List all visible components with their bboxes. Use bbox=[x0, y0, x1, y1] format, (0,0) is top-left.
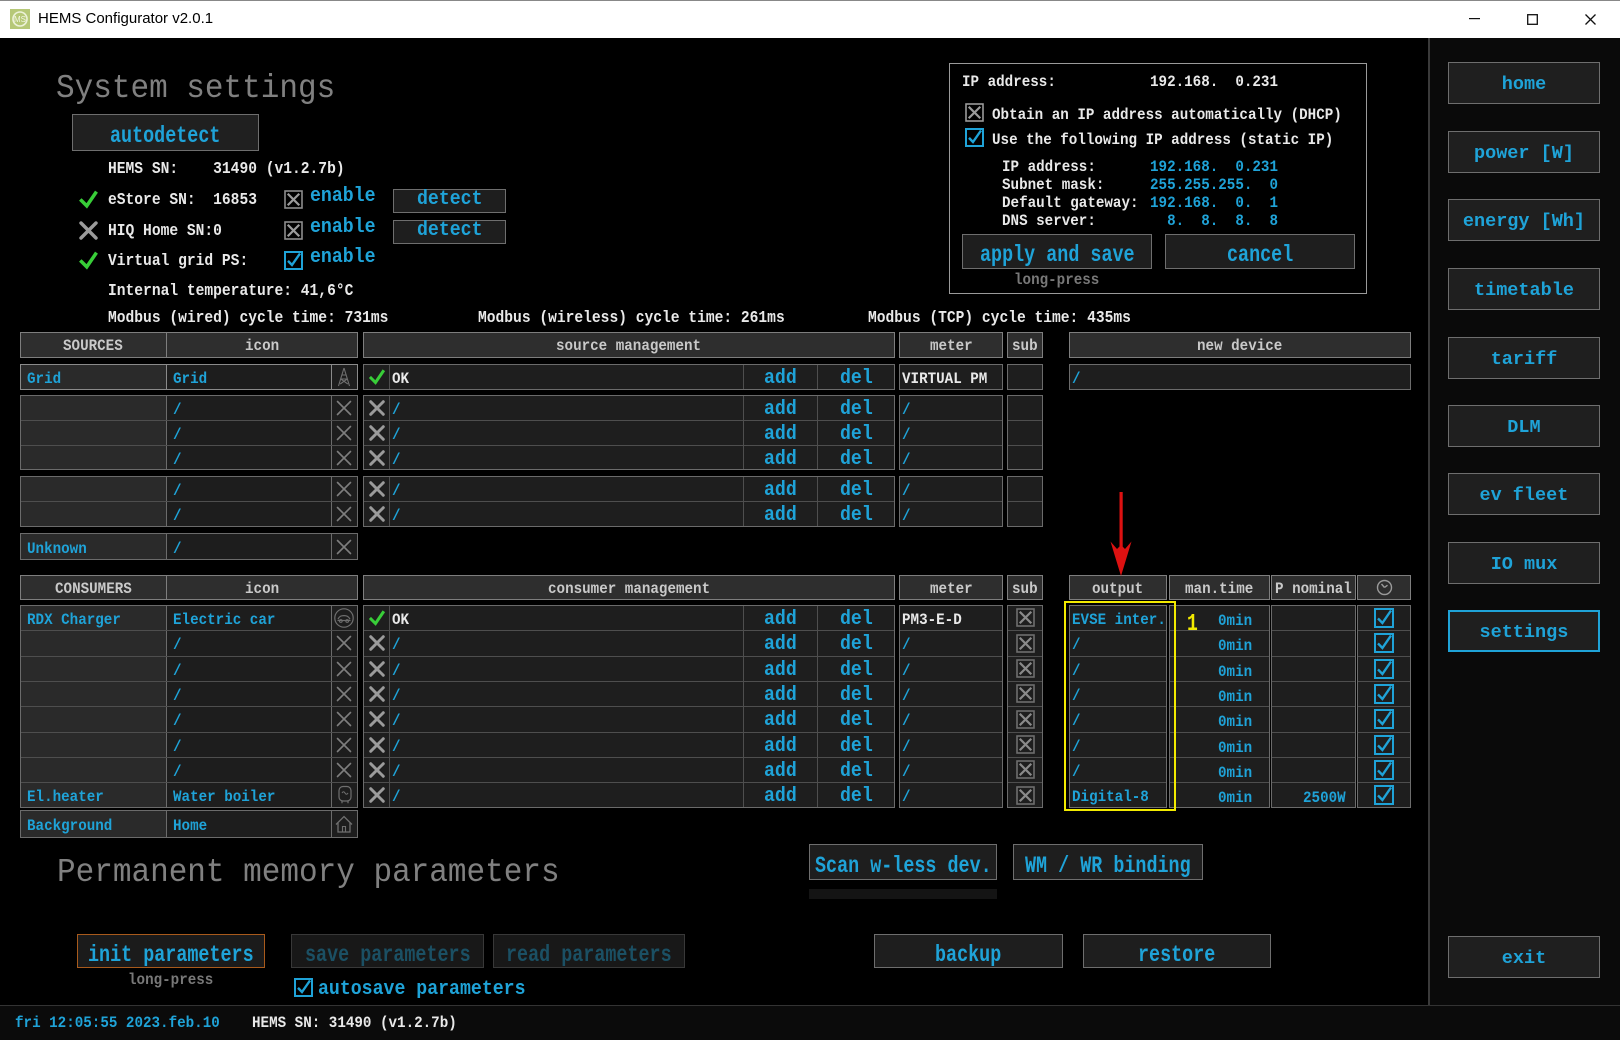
svg-text:MS: MS bbox=[14, 15, 26, 24]
